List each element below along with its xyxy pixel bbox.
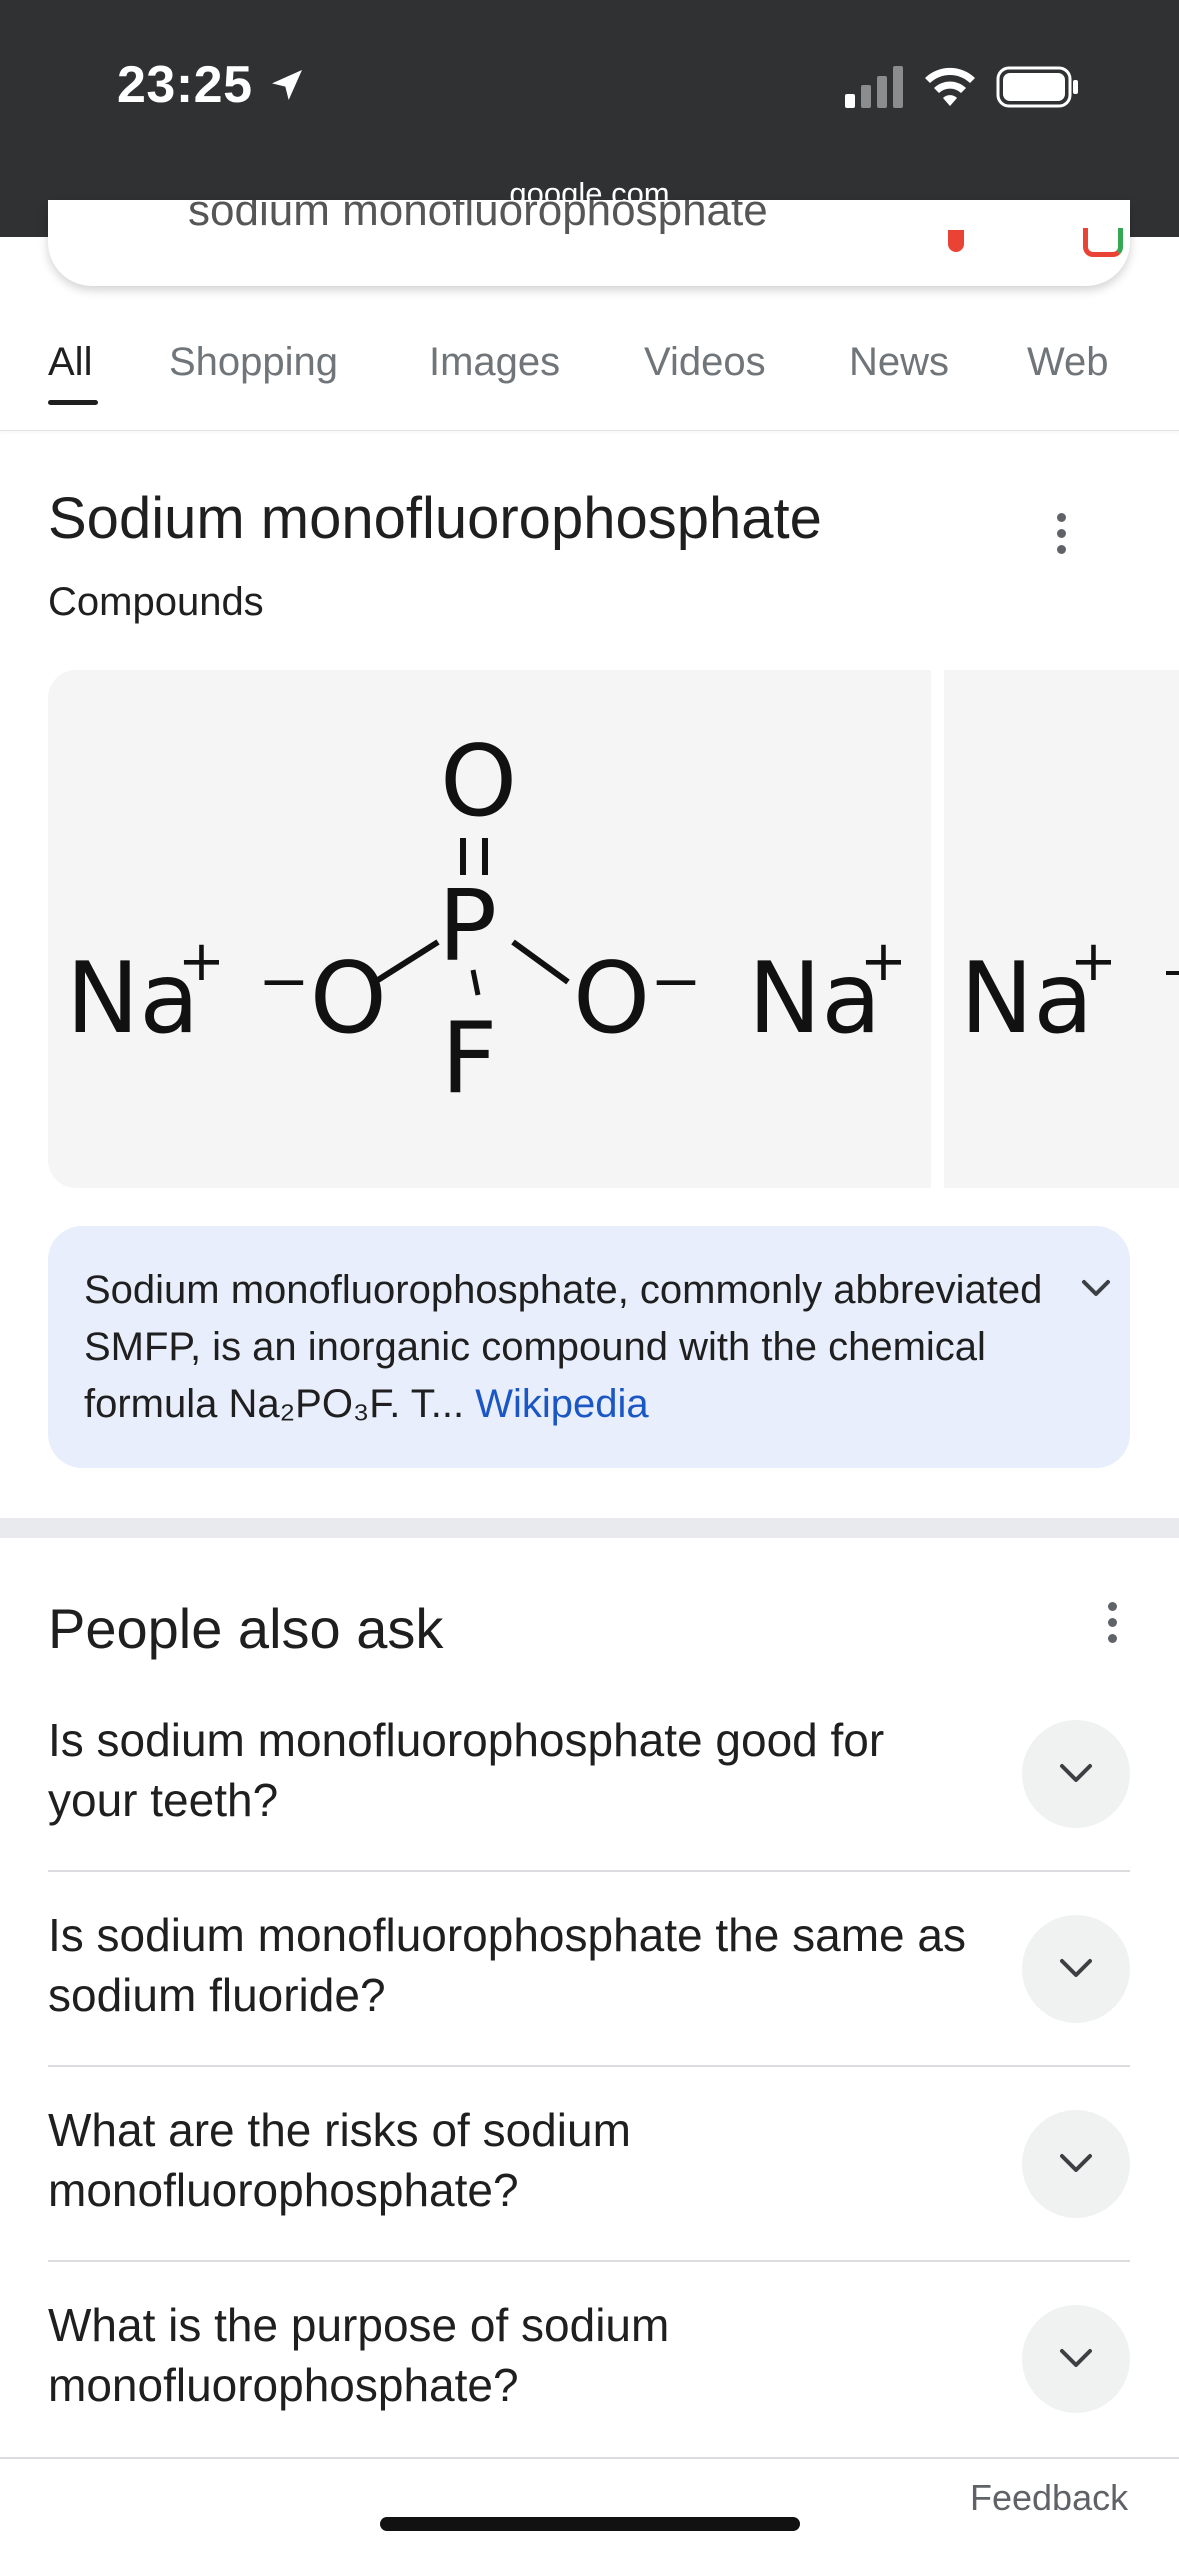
- feedback-link[interactable]: Feedback: [970, 2477, 1128, 2519]
- search-tabs: All Shopping Images Videos News Web: [0, 330, 1179, 431]
- paa-expand-button[interactable]: [1022, 1915, 1130, 2023]
- wikipedia-link[interactable]: Wikipedia: [475, 1382, 648, 1426]
- search-box[interactable]: sodium monofluorophosphate: [48, 200, 1130, 286]
- paa-question-text: Is sodium monofluorophosphate good for y…: [48, 1714, 885, 1826]
- chevron-down-icon: [1060, 1959, 1092, 1977]
- structure-image-2[interactable]: Na +: [944, 670, 1179, 1188]
- tab-web[interactable]: Web: [1027, 340, 1109, 385]
- knowledge-panel-subtitle: Compounds: [48, 580, 264, 624]
- paa-expand-button[interactable]: [1022, 2305, 1130, 2413]
- plus-sign-1: +: [178, 929, 225, 994]
- paa-question-text: What are the risks of sodium monofluorop…: [48, 2104, 631, 2216]
- paa-question-text: Is sodium monofluorophosphate the same a…: [48, 1909, 966, 2021]
- structure-image[interactable]: Na + ⁻O P O F O⁻ Na +: [48, 670, 931, 1188]
- paa-expand-button[interactable]: [1022, 2110, 1130, 2218]
- paa-question-text: What is the purpose of sodium monofluoro…: [48, 2299, 670, 2411]
- plus-sign-3: +: [1070, 929, 1117, 994]
- paa-expand-button[interactable]: [1022, 1720, 1130, 1828]
- home-indicator[interactable]: [380, 2517, 800, 2531]
- tab-all[interactable]: All: [48, 340, 92, 385]
- lens-icon[interactable]: [1083, 228, 1123, 257]
- paa-question-item[interactable]: What are the risks of sodium monofluorop…: [48, 2100, 1130, 2262]
- clock: 23:25: [117, 55, 307, 115]
- chemical-structure-diagram-2: Na +: [960, 929, 1179, 1056]
- o-minus-right: O⁻: [573, 942, 702, 1056]
- phosphorus-label: P: [438, 870, 497, 984]
- chevron-down-icon: [1060, 1764, 1092, 1782]
- plus-sign-2: +: [860, 929, 907, 994]
- search-query-text[interactable]: sodium monofluorophosphate: [188, 200, 768, 236]
- clock-time: 23:25: [117, 56, 253, 114]
- section-divider: [0, 1518, 1179, 1538]
- o-minus-left: ⁻O: [258, 942, 387, 1056]
- people-also-ask-more-icon[interactable]: [1105, 1602, 1119, 1652]
- location-arrow-icon: [271, 70, 302, 100]
- people-also-ask-title: People also ask: [48, 1597, 444, 1660]
- description-text: Sodium monofluorophosphate, commonly abb…: [84, 1262, 1044, 1433]
- description-card[interactable]: Sodium monofluorophosphate, commonly abb…: [48, 1226, 1130, 1468]
- chevron-down-icon[interactable]: [1078, 1270, 1114, 1306]
- paa-question-item[interactable]: Is sodium monofluorophosphate good for y…: [48, 1710, 1130, 1872]
- chevron-down-icon: [1060, 2154, 1092, 2172]
- paa-question-item[interactable]: What is the purpose of sodium monofluoro…: [48, 2295, 1130, 2457]
- tab-shopping[interactable]: Shopping: [169, 340, 338, 385]
- chemical-structure-diagram: Na + ⁻O P O F O⁻ Na +: [66, 725, 907, 1116]
- tab-videos[interactable]: Videos: [644, 340, 766, 385]
- bottom-divider: [0, 2457, 1179, 2459]
- cellular-signal-icon: [845, 66, 903, 108]
- oxygen-top-label: O: [440, 725, 517, 839]
- battery-icon: [996, 66, 1078, 108]
- voice-search-icon[interactable]: [948, 230, 964, 252]
- fluorine-label: F: [441, 1002, 497, 1116]
- wifi-icon: [925, 67, 975, 106]
- paa-question-item[interactable]: Is sodium monofluorophosphate the same a…: [48, 1905, 1130, 2067]
- knowledge-panel-more-icon[interactable]: [1054, 513, 1068, 563]
- tab-news[interactable]: News: [849, 340, 949, 385]
- chevron-down-icon: [1060, 2349, 1092, 2367]
- active-tab-indicator: [48, 400, 98, 405]
- knowledge-panel-title: Sodium monofluorophosphate: [48, 486, 822, 551]
- tab-images[interactable]: Images: [429, 340, 560, 385]
